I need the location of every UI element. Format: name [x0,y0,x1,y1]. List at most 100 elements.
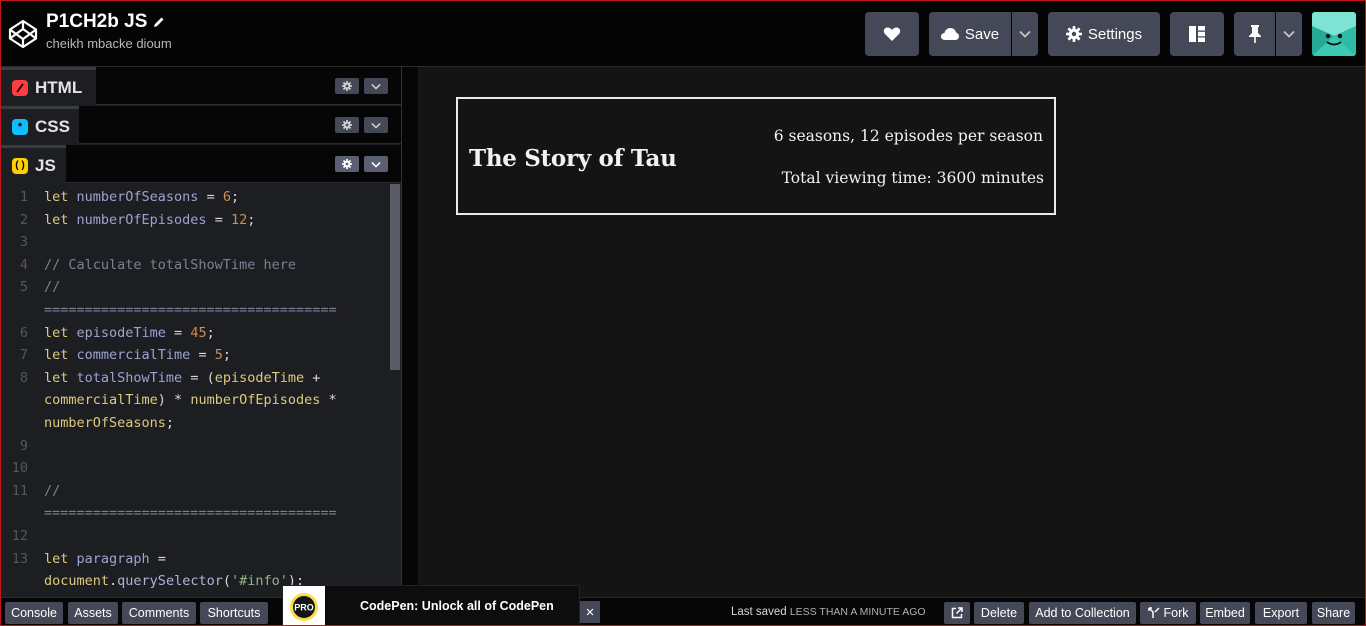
fork-button[interactable]: Fork [1140,602,1196,624]
css-editor-tab[interactable]: * CSS [0,106,79,144]
code-line[interactable]: 6 let episodeTime = 45; [0,322,389,344]
code-line[interactable]: 7 let commercialTime = 5; [0,344,389,366]
code-text: let numberOfEpisodes = 12; [44,209,255,231]
code-line[interactable]: 1 let numberOfSeasons = 6; [0,186,389,208]
pen-author[interactable]: cheikh mbacke dioum [46,36,172,51]
pen-title-text: P1CH2b JS [46,11,148,32]
code-text: ==================================== [44,299,337,321]
code-scrollbar[interactable] [390,184,400,370]
code-line[interactable]: 4 // Calculate totalShowTime here [0,254,389,276]
code-line[interactable]: 3 [0,231,389,253]
chevron-down-icon [1283,30,1295,38]
js-collapse-button[interactable] [364,156,388,172]
add-to-collection-button[interactable]: Add to Collection [1029,602,1136,624]
line-number: 12 [11,528,28,544]
code-token: ( [222,573,231,590]
code-line[interactable]: 10 [0,457,389,479]
code-token: ) * [157,392,191,409]
pro-badge: PRO [283,586,325,626]
pen-title[interactable]: P1CH2b JS [46,11,172,33]
settings-button[interactable]: Settings [1048,12,1160,56]
share-button[interactable]: Share [1312,602,1355,624]
assets-button[interactable]: Assets [68,602,118,624]
top-bar: P1CH2b JS cheikh mbacke dioum Save Setti… [0,0,1366,67]
pencil-edit-icon[interactable] [153,16,165,28]
html-collapse-button[interactable] [364,78,388,94]
code-token: episodeTime [76,324,166,341]
code-token: let [44,211,77,228]
codepen-logo-icon[interactable] [7,18,39,50]
css-collapse-button[interactable] [364,117,388,133]
code-text: // [44,480,60,502]
code-line[interactable]: ==================================== [0,502,389,524]
code-token: numberOfSeasons [44,415,166,431]
code-token: let [44,324,77,341]
pin-options-button[interactable] [1276,12,1302,56]
code-token: ; [206,324,215,341]
code-token: ; [165,415,175,431]
js-settings-button[interactable] [335,156,359,172]
save-label: Save [964,25,1000,43]
code-line[interactable]: 5 // [0,276,389,298]
code-token: ==================================== [44,302,337,318]
heart-icon [883,27,901,41]
js-editor-header: ( ) JS [0,145,401,183]
code-line[interactable]: 13 let paragraph = [0,548,389,570]
show-viewing-time: Total viewing time: 3600 minutes [781,169,1044,187]
code-line[interactable]: 11 // [0,480,389,502]
html-settings-button[interactable] [335,78,359,94]
save-button[interactable]: Save [929,12,1011,56]
html-editor-tab[interactable]: HTML [0,67,96,105]
pro-promo-banner[interactable]: PRO CodePen: Unlock all of CodePen [282,585,580,626]
delete-button[interactable]: Delete [974,602,1024,624]
code-token: ; [222,347,231,364]
code-line[interactable]: numberOfSeasons; [0,412,389,434]
embed-button[interactable]: Embed [1200,602,1250,624]
result-preview: The Story of Tau 6 seasons, 12 episodes … [418,67,1366,597]
js-editor-tab[interactable]: ( ) JS [0,145,66,183]
code-token: totalShowTime [76,369,183,386]
code-token: = [206,211,231,228]
settings-label: Settings [1087,25,1143,43]
bottom-bar: Console Assets Comments Shortcuts Last s… [0,597,1366,626]
open-external-button[interactable] [944,602,970,624]
pen-title-area: P1CH2b JS cheikh mbacke dioum [46,11,172,51]
code-text: document.querySelector('#info'); [44,570,304,592]
code-token: ; [247,211,256,228]
pin-icon [1248,25,1261,43]
cloud-icon [940,28,959,40]
code-line[interactable]: 12 [0,525,389,547]
chevron-down-icon [1019,30,1031,38]
console-button[interactable]: Console [5,602,63,624]
close-promo-button[interactable]: × [580,601,600,623]
code-token: . [109,573,118,590]
comments-button[interactable]: Comments [122,602,196,624]
line-number: 7 [19,347,28,364]
shortcuts-button[interactable]: Shortcuts [200,602,268,624]
export-button[interactable]: Export [1255,602,1307,624]
css-settings-button[interactable] [335,117,359,133]
code-text: // Calculate totalShowTime here [44,254,296,276]
code-text: let commercialTime = 5; [44,344,231,366]
love-button[interactable] [865,12,919,56]
code-token: paragraph [76,550,150,567]
line-number: 9 [19,437,28,454]
last-saved-prefix: Last saved [731,606,787,618]
code-line[interactable]: 9 [0,435,389,457]
code-text: let numberOfSeasons = 6; [44,186,239,208]
chevron-down-icon [371,122,381,129]
line-number: 8 [19,369,28,386]
code-token: 5 [214,347,223,364]
code-line[interactable]: commercialTime) * numberOfEpisodes * [0,389,389,411]
user-avatar[interactable] [1312,12,1356,56]
js-code-editor[interactable]: 1 let numberOfSeasons = 6; 2 let numberOfEp… [0,184,389,597]
pin-button[interactable] [1234,12,1275,56]
editor-resizer[interactable] [401,67,418,597]
code-token: numberOfSeasons [76,189,199,205]
js-file-icon: ( ) [12,157,28,174]
code-line[interactable]: 2 let numberOfEpisodes = 12; [0,209,389,231]
change-view-button[interactable] [1170,12,1224,56]
code-line[interactable]: ==================================== [0,299,389,321]
save-options-button[interactable] [1012,12,1038,56]
code-line[interactable]: 8 let totalShowTime = (episodeTime + [0,367,389,389]
